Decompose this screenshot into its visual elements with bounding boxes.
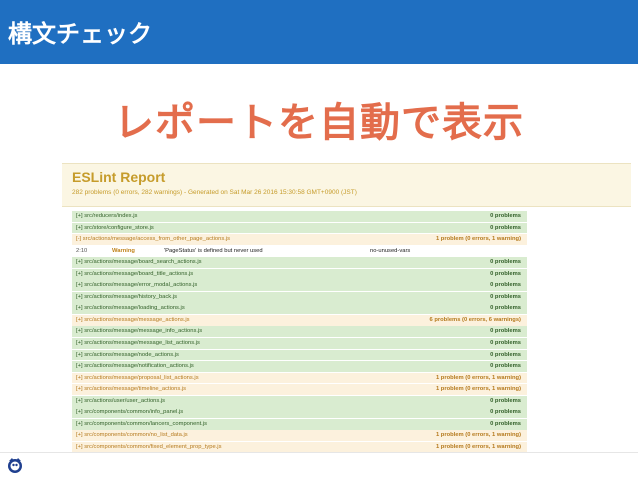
report-file-row[interactable]: [+] src/actions/message/message_list_act… (72, 338, 527, 349)
report-file-row[interactable]: [+] src/actions/user/user_actions.js 0 pr… (72, 395, 527, 407)
report-subtitle: 282 problems (0 errors, 282 warnings) - … (72, 189, 357, 196)
report-file-row[interactable]: [+] src/store/configure_store.js 0 proble… (72, 222, 527, 234)
file-path[interactable]: [-] src/actions/message/access_from_othe… (76, 234, 230, 245)
file-path[interactable]: [+] src/actions/message/notification_act… (76, 361, 194, 372)
file-path[interactable]: [+] src/components/common/info_panel.js (76, 407, 183, 418)
report-file-row[interactable]: [+] src/actions/message/board_title_acti… (72, 268, 527, 280)
file-path[interactable]: [+] src/actions/message/timeline_actions… (76, 384, 186, 395)
report-file-row[interactable]: [+] src/actions/message/node_actions.js 0… (72, 349, 527, 361)
file-path[interactable]: [+] src/reducers/index.js (76, 211, 137, 222)
file-path[interactable]: [+] src/actions/message/board_title_acti… (76, 269, 193, 280)
file-path[interactable]: [+] src/actions/user/user_actions.js (76, 396, 165, 407)
problem-count: 1 problem (0 errors, 1 warning) (435, 386, 521, 393)
problem-count: 0 problems (490, 363, 521, 370)
footer-divider (0, 452, 638, 453)
problem-count: 0 problems (490, 224, 521, 231)
file-path[interactable]: [+] src/actions/message/board_search_act… (76, 257, 202, 268)
problem-count: 0 problems (490, 305, 521, 312)
report-message-row: 2:10 Warning 'PageStatus' is defined but n… (72, 245, 527, 257)
report-file-row[interactable]: [+] src/actions/message/board_search_act… (72, 257, 527, 268)
file-path[interactable]: [+] src/components/common/no_list_data.j… (76, 430, 188, 441)
report-file-row[interactable]: [+] src/actions/message/error_modal_acti… (72, 280, 527, 292)
report-file-row[interactable]: [+] src/actions/message/loading_actions.… (72, 303, 527, 315)
file-path[interactable]: [+] src/actions/message/message_actions.… (76, 315, 190, 326)
report-file-row[interactable]: [+] src/components/common/info_panel.js 0… (72, 407, 527, 419)
eslint-report-screenshot: ESLint Report 282 problems (0 errors, 28… (62, 163, 631, 453)
problem-count: 0 problems (490, 282, 521, 289)
file-path[interactable]: [+] src/components/common/lancers_compon… (76, 419, 207, 430)
problem-count: 0 problems (490, 420, 521, 427)
report-file-row[interactable]: [-] src/actions/message/access_from_othe… (72, 234, 527, 245)
report-title: ESLint Report (72, 169, 166, 185)
file-path[interactable]: [+] src/actions/message/error_modal_acti… (76, 280, 197, 291)
problem-count: 0 problems (490, 351, 521, 358)
problem-count: 0 problems (490, 409, 521, 416)
file-path[interactable]: [+] src/store/configure_store.js (76, 223, 154, 234)
file-path[interactable]: [+] src/actions/message/message_list_act… (76, 338, 200, 349)
slide-header-bar: 構文チェック (0, 0, 638, 64)
message-severity: Warning (112, 247, 135, 254)
problem-count: 0 problems (490, 340, 521, 347)
report-file-row[interactable]: [+] src/components/common/no_list_data.j… (72, 430, 527, 442)
section-title: 構文チェック (8, 20, 152, 48)
problem-count: 0 problems (490, 293, 521, 300)
report-file-row[interactable]: [+] src/actions/message/history_back.js 0… (72, 291, 527, 303)
report-file-row[interactable]: [+] src/actions/message/proposal_list_ac… (72, 372, 527, 384)
problem-count: 0 problems (490, 259, 521, 266)
file-path[interactable]: [+] src/actions/message/node_actions.js (76, 350, 179, 361)
problem-count: 0 problems (490, 270, 521, 277)
file-path[interactable]: [+] src/actions/message/loading_actions.… (76, 303, 185, 314)
problem-count: 6 problems (0 errors, 6 warnings) (429, 316, 522, 323)
file-path[interactable]: [+] src/actions/message/proposal_list_ac… (76, 373, 199, 384)
problem-count: 0 problems (490, 328, 521, 335)
problem-count: 1 problem (0 errors, 1 warning) (435, 236, 521, 243)
problem-count: 1 problem (0 errors, 1 warning) (435, 432, 521, 439)
report-file-row[interactable]: [+] src/actions/message/notification_act… (72, 361, 527, 372)
problem-count: 0 problems (490, 213, 521, 219)
message-rule: no-unused-vars (370, 247, 411, 254)
report-file-row[interactable]: [+] src/actions/message/timeline_actions… (72, 384, 527, 395)
report-file-row[interactable]: [+] src/actions/message/message_actions.… (72, 314, 527, 326)
problem-count: 1 problem (0 errors, 1 warning) (435, 374, 521, 381)
slide-headline: レポートを自動で表示 (114, 100, 524, 146)
file-path[interactable]: [+] src/actions/message/history_back.js (76, 292, 177, 303)
message-text: 'PageStatus' is defined but never used (164, 247, 263, 254)
report-file-row[interactable]: [+] src/reducers/index.js 0 problems (72, 211, 527, 222)
report-file-row[interactable]: [+] src/components/common/lancers_compon… (72, 418, 527, 430)
file-path[interactable]: [+] src/actions/message/message_info_act… (76, 326, 202, 337)
report-file-row[interactable]: [+] src/actions/message/message_info_act… (72, 326, 527, 338)
message-location: 2:10 (76, 247, 88, 254)
report-file-list: [+] src/reducers/index.js 0 problems [+] s… (72, 211, 527, 453)
report-header: ESLint Report 282 problems (0 errors, 28… (62, 163, 631, 207)
problem-count: 0 problems (490, 397, 521, 404)
mascot-logo-icon (8, 458, 22, 473)
